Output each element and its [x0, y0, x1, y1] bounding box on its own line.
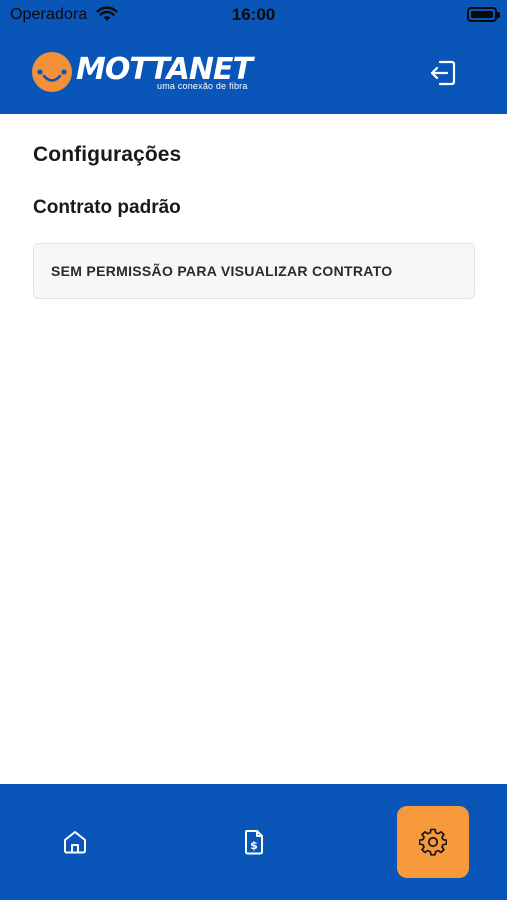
smiley-logo-icon: [32, 52, 72, 92]
default-contract-card[interactable]: SEM PERMISSÃO PARA VISUALIZAR CONTRATO: [33, 243, 475, 299]
svg-text:$: $: [250, 839, 258, 852]
page-title: Configurações: [33, 143, 182, 166]
app-screen: Operadora 16:00 MOTTANET uma conexão de …: [0, 0, 507, 900]
logout-button[interactable]: [426, 56, 460, 90]
nav-home-button[interactable]: [39, 806, 111, 878]
logout-icon: [430, 60, 456, 86]
status-time: 16:00: [231, 5, 276, 24]
gear-icon: [419, 828, 447, 856]
home-icon: [64, 831, 86, 854]
logo-tagline: uma conexão de fibra: [157, 81, 248, 91]
nav-invoices-button[interactable]: $: [218, 806, 290, 878]
nav-settings-button[interactable]: [397, 806, 469, 878]
bottom-navigation: $: [0, 784, 507, 900]
invoice-icon: $: [245, 830, 263, 855]
battery-icon: [467, 7, 500, 22]
contract-permission-message: SEM PERMISSÃO PARA VISUALIZAR CONTRATO: [51, 263, 393, 279]
section-title: Contrato padrão: [33, 197, 181, 218]
mottanet-logo: MOTTANET uma conexão de fibra: [32, 50, 253, 94]
settings-content: Configurações Contrato padrão SEM PERMIS…: [33, 114, 475, 299]
status-bar: Operadora 16:00: [0, 0, 507, 32]
app-header: Operadora 16:00 MOTTANET uma conexão de …: [0, 0, 507, 114]
